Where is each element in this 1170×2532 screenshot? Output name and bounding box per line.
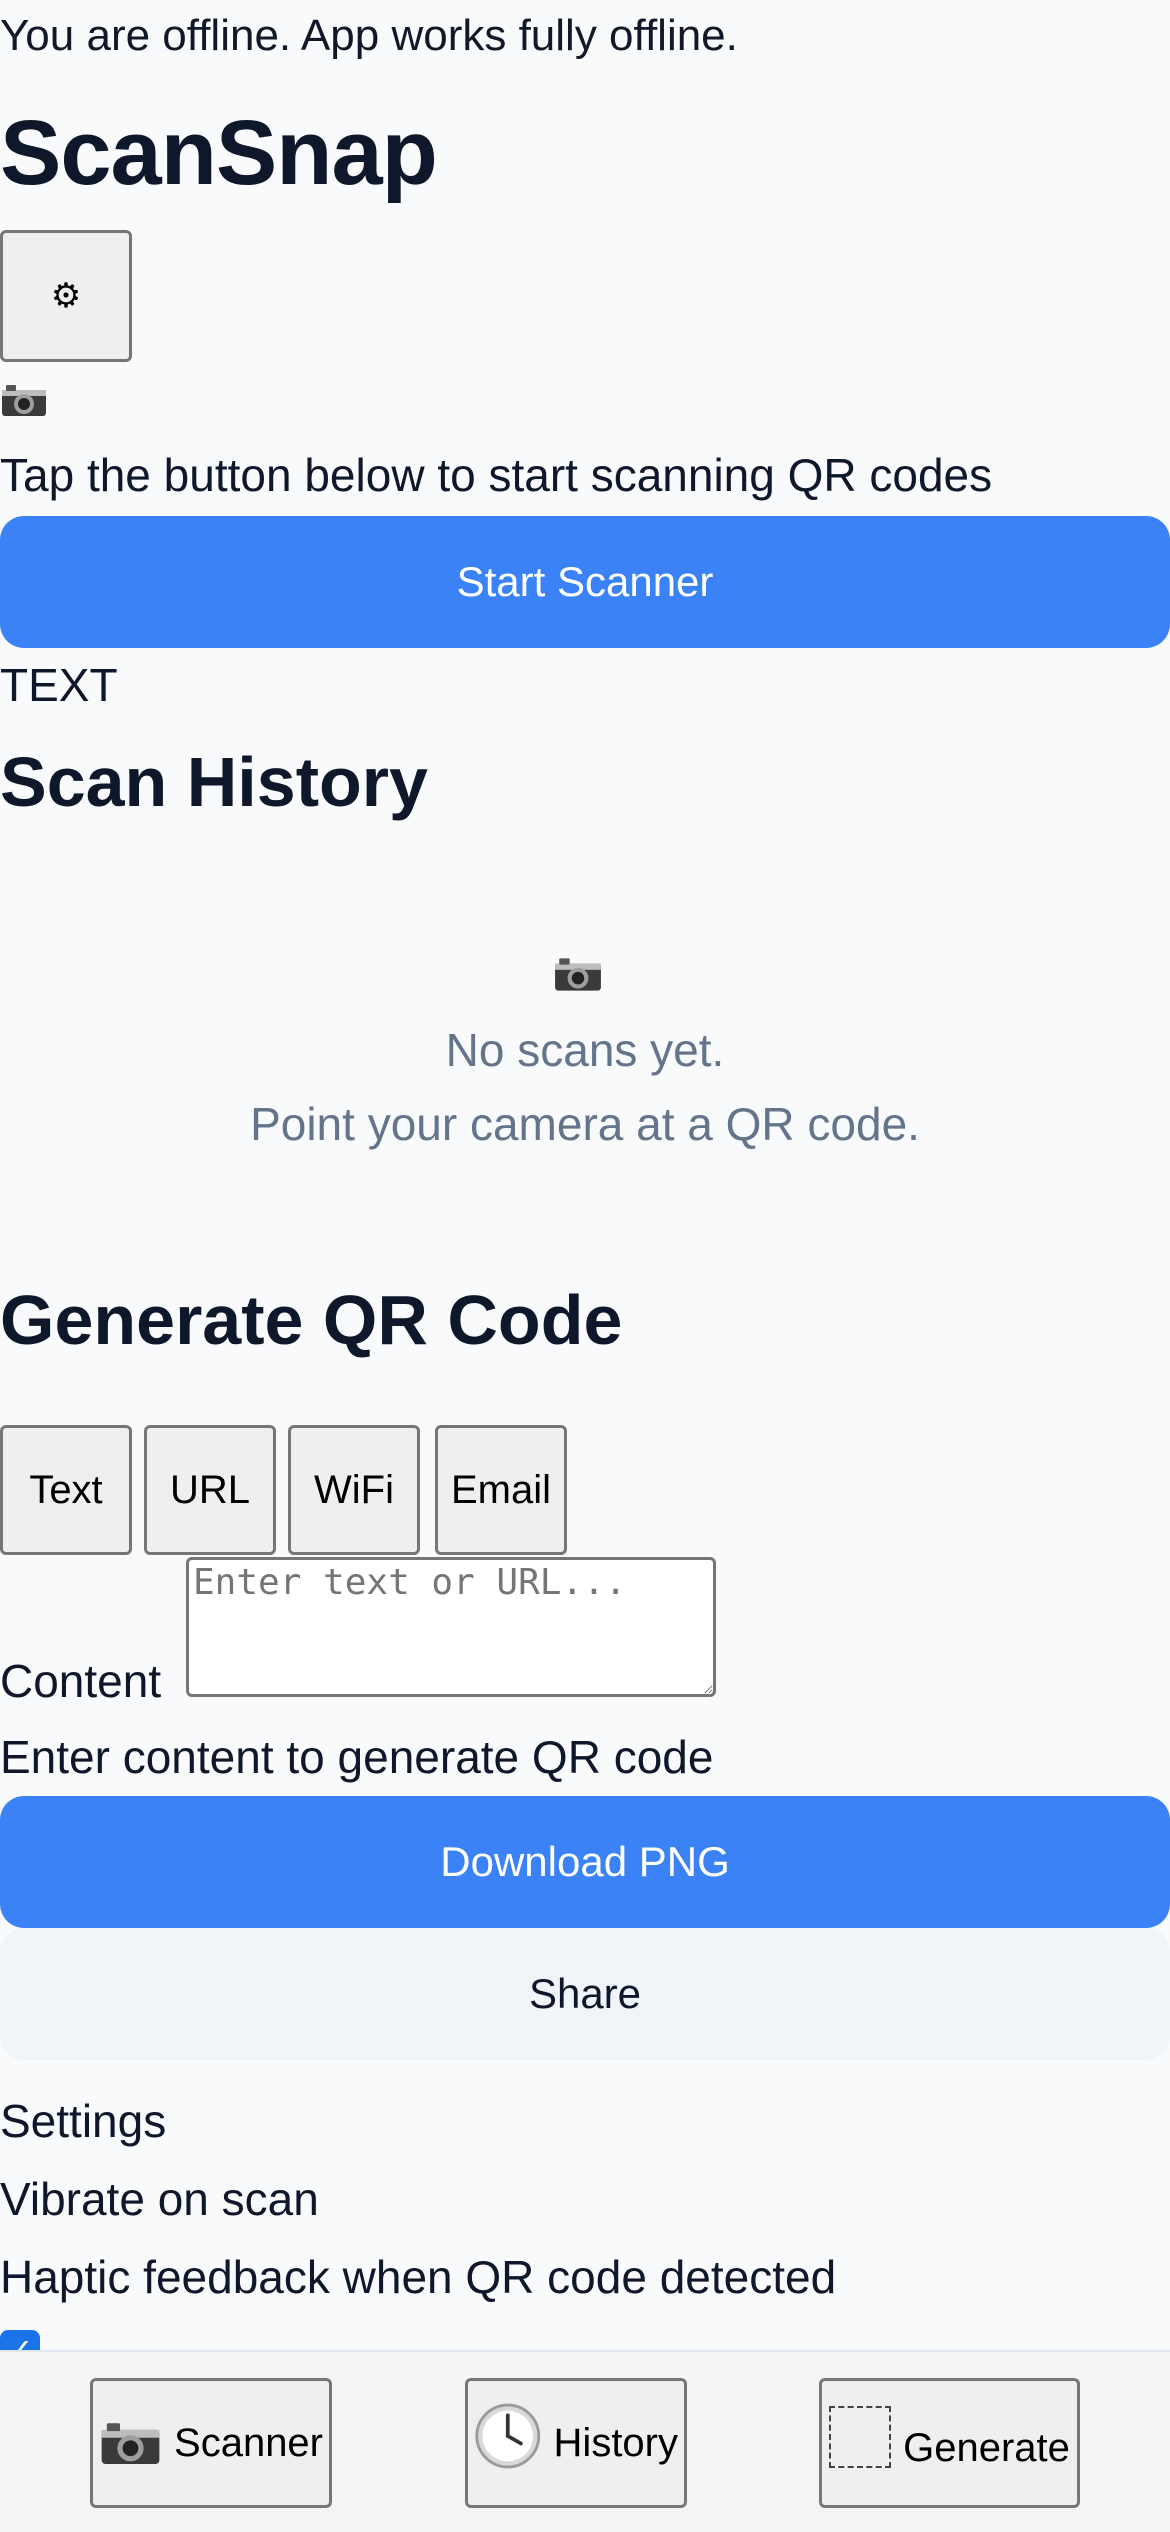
content-input[interactable] bbox=[186, 1557, 716, 1697]
type-url-button[interactable]: URL bbox=[144, 1425, 276, 1555]
settings-button[interactable]: ⚙ bbox=[0, 230, 132, 362]
generate-hint: Enter content to generate QR code bbox=[0, 1731, 714, 1783]
dashed-square-icon bbox=[829, 2406, 892, 2468]
nav-generate-label: Generate bbox=[903, 2425, 1070, 2470]
download-png-button[interactable]: Download PNG bbox=[0, 1796, 1170, 1928]
gear-icon: ⚙ bbox=[50, 277, 82, 315]
vibrate-setting-description: Haptic feedback when QR code detected bbox=[0, 2251, 837, 2303]
empty-history-hint: Point your camera at a QR code. bbox=[250, 1098, 920, 1150]
bottom-nav: Scanner History Generate bbox=[0, 2350, 1170, 2532]
scan-history-title: Scan History bbox=[0, 743, 428, 821]
camera-icon bbox=[101, 2423, 160, 2465]
nav-history-button[interactable]: History bbox=[465, 2378, 687, 2508]
generate-qr-title: Generate QR Code bbox=[0, 1281, 623, 1359]
nav-generate-button[interactable]: Generate bbox=[819, 2378, 1080, 2508]
scanner-hint: Tap the button below to start scanning Q… bbox=[0, 449, 993, 501]
scan-mode-label: TEXT bbox=[0, 659, 118, 711]
nav-scanner-button[interactable]: Scanner bbox=[90, 2378, 332, 2508]
type-email-button[interactable]: Email bbox=[435, 1425, 567, 1555]
nav-history-label: History bbox=[553, 2420, 678, 2465]
vibrate-setting-label: Vibrate on scan bbox=[0, 2173, 319, 2225]
share-button[interactable]: Share bbox=[0, 1928, 1170, 2060]
camera-icon bbox=[555, 958, 601, 991]
type-wifi-button[interactable]: WiFi bbox=[288, 1425, 420, 1555]
type-text-button[interactable]: Text bbox=[0, 1425, 132, 1555]
settings-section-label: Settings bbox=[0, 2095, 167, 2147]
clock-icon bbox=[475, 2403, 541, 2469]
empty-history-message: No scans yet. bbox=[445, 1024, 725, 1076]
offline-banner: You are offline. App works fully offline… bbox=[0, 11, 738, 60]
content-label: Content bbox=[0, 1655, 162, 1707]
camera-icon bbox=[2, 385, 46, 416]
app-title: ScanSnap bbox=[0, 102, 438, 204]
nav-scanner-label: Scanner bbox=[174, 2420, 323, 2465]
start-scanner-button[interactable]: Start Scanner bbox=[0, 516, 1170, 648]
